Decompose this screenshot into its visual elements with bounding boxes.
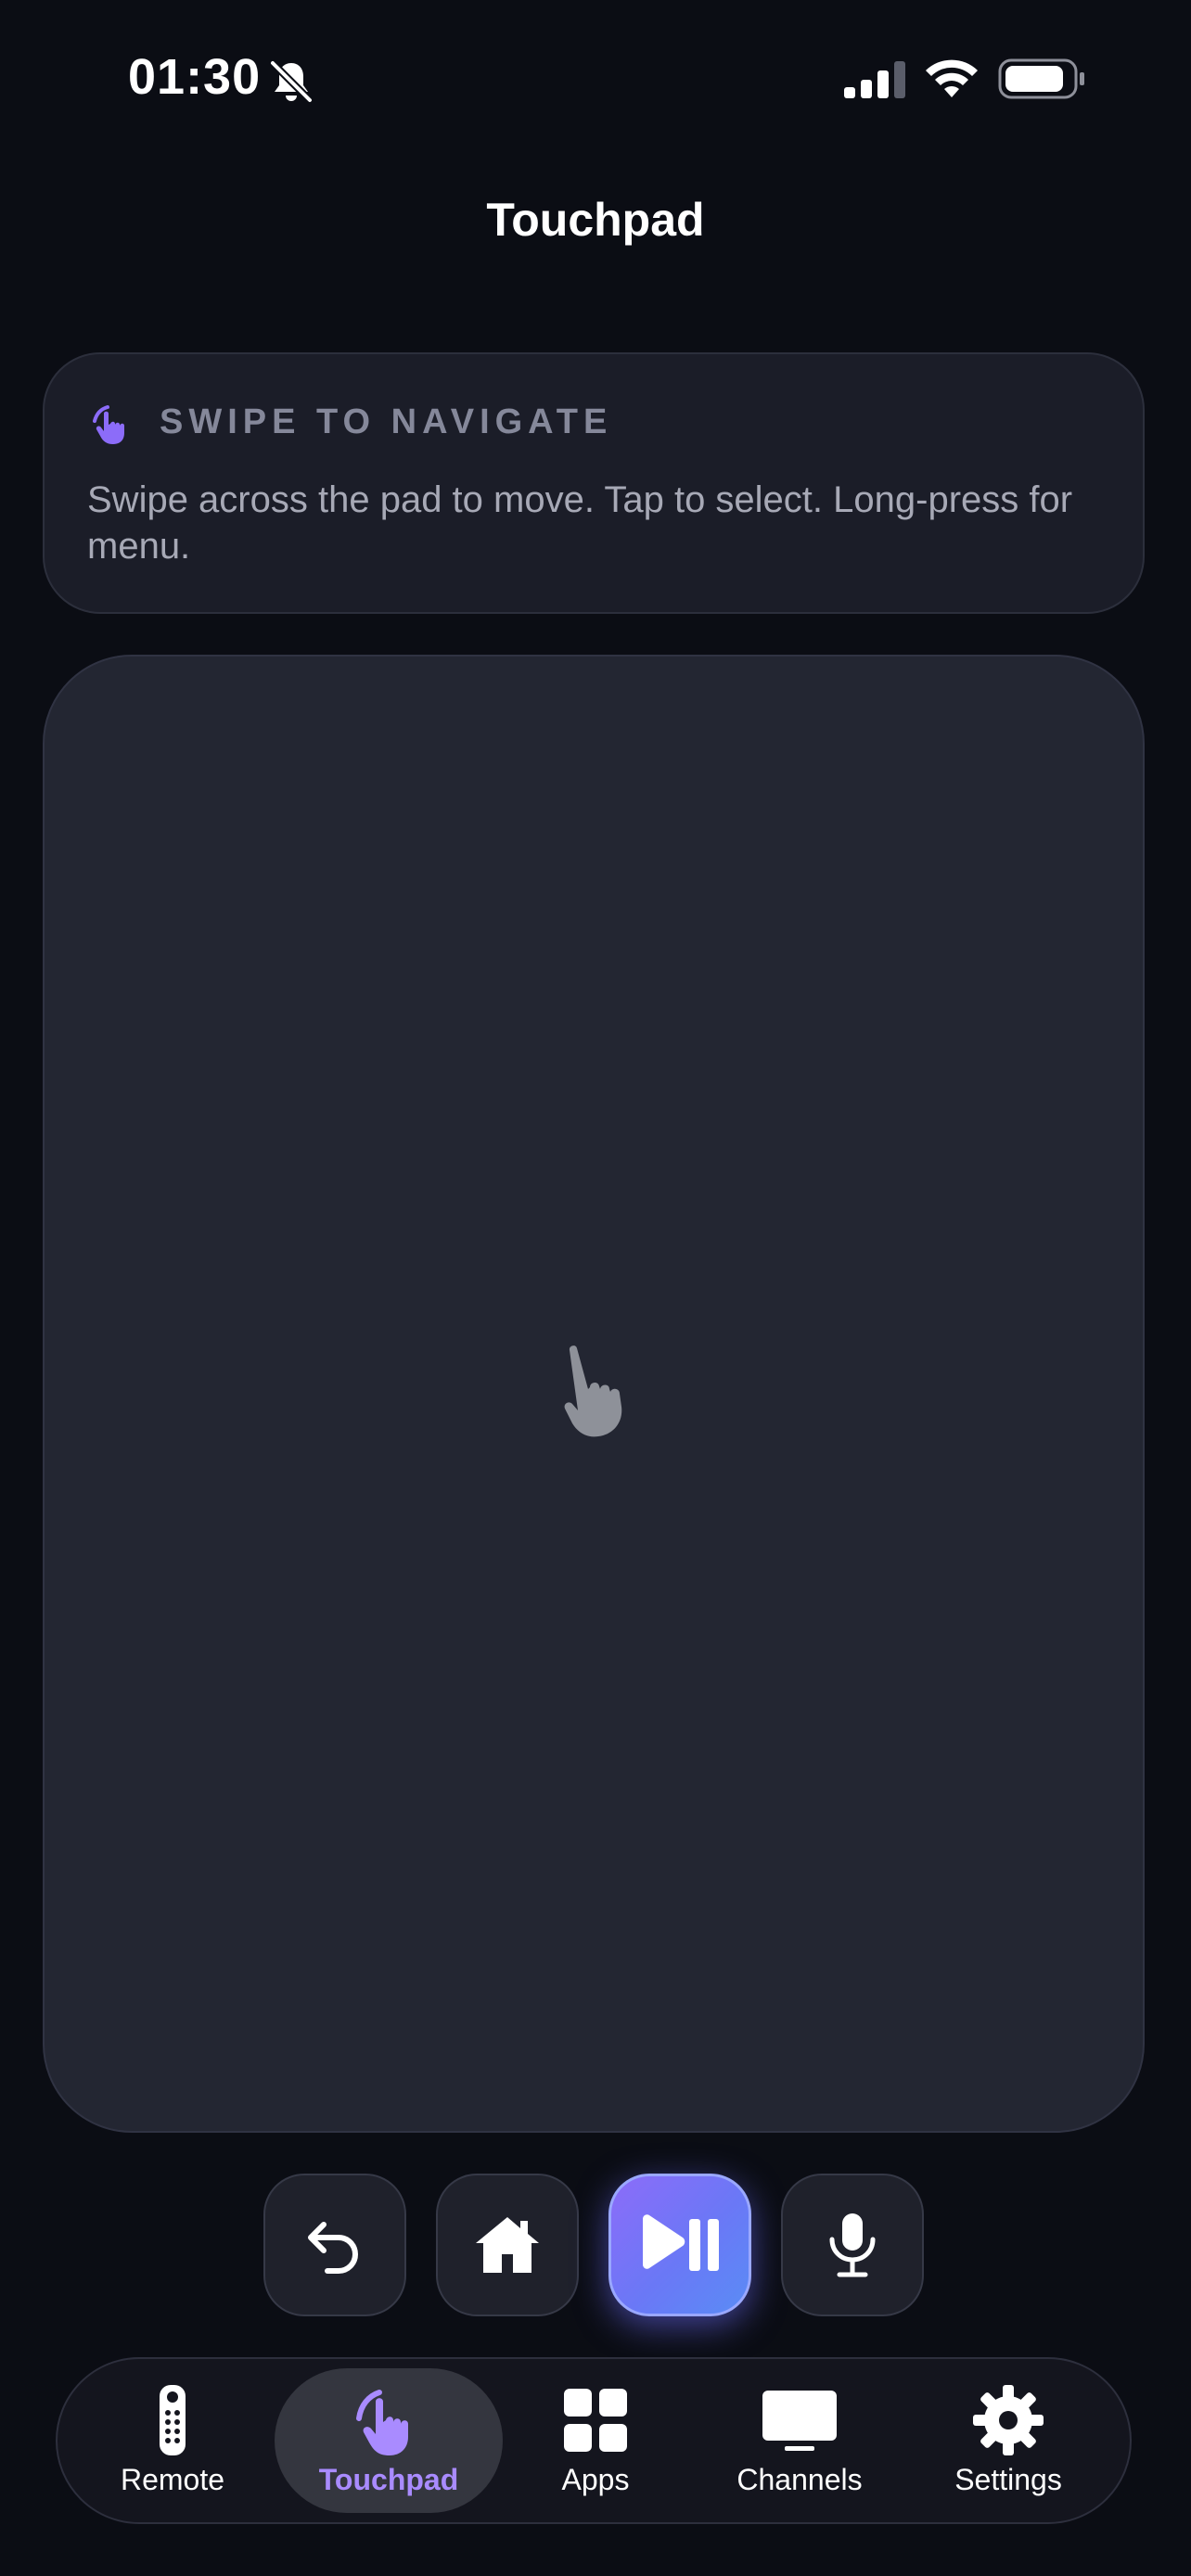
bell-muted-icon [267,57,315,106]
back-button[interactable] [263,2174,406,2316]
cellular-signal-icon [842,59,907,100]
hand-pointer-icon [542,1339,651,1448]
wifi-icon [922,54,981,102]
tab-bar: Remote Touchpad Apps Channels Settings [56,2357,1132,2524]
tv-icon [762,2383,837,2457]
tab-apps[interactable]: Apps [512,2368,679,2513]
play-pause-icon [643,2214,719,2271]
tab-settings[interactable]: Settings [920,2368,1096,2513]
tab-remote[interactable]: Remote [89,2368,256,2513]
control-buttons [0,2174,1191,2318]
hand-swipe-icon [87,401,134,447]
status-bar: 01:30 [0,0,1191,158]
tab-label-touchpad: Touchpad [318,2463,459,2496]
home-button[interactable] [436,2174,579,2316]
info-heading: SWIPE TO NAVIGATE [160,402,613,441]
tab-label-settings: Settings [954,2463,1062,2496]
voice-button[interactable] [781,2174,924,2316]
info-card: SWIPE TO NAVIGATE Swipe across the pad t… [43,352,1145,614]
tab-label-remote: Remote [120,2463,225,2496]
grid-icon [558,2383,633,2457]
back-arrow-icon [308,2222,359,2274]
tab-label-apps: Apps [561,2463,630,2496]
home-icon [476,2217,539,2273]
page-title: Touchpad [486,194,705,246]
tab-label-channels: Channels [736,2463,863,2496]
touchpad-surface[interactable] [43,655,1145,2133]
hand-swipe-icon [352,2383,426,2457]
gear-icon [971,2383,1045,2457]
battery-icon [998,57,1087,100]
remote-icon [135,2383,210,2457]
status-time: 01:30 [128,49,262,105]
play-pause-button[interactable] [608,2174,751,2316]
microphone-icon [829,2213,876,2277]
info-body: Swipe across the pad to move. Tap to sel… [87,479,1073,567]
tab-channels[interactable]: Channels [707,2368,892,2513]
tab-touchpad[interactable]: Touchpad [275,2368,503,2513]
